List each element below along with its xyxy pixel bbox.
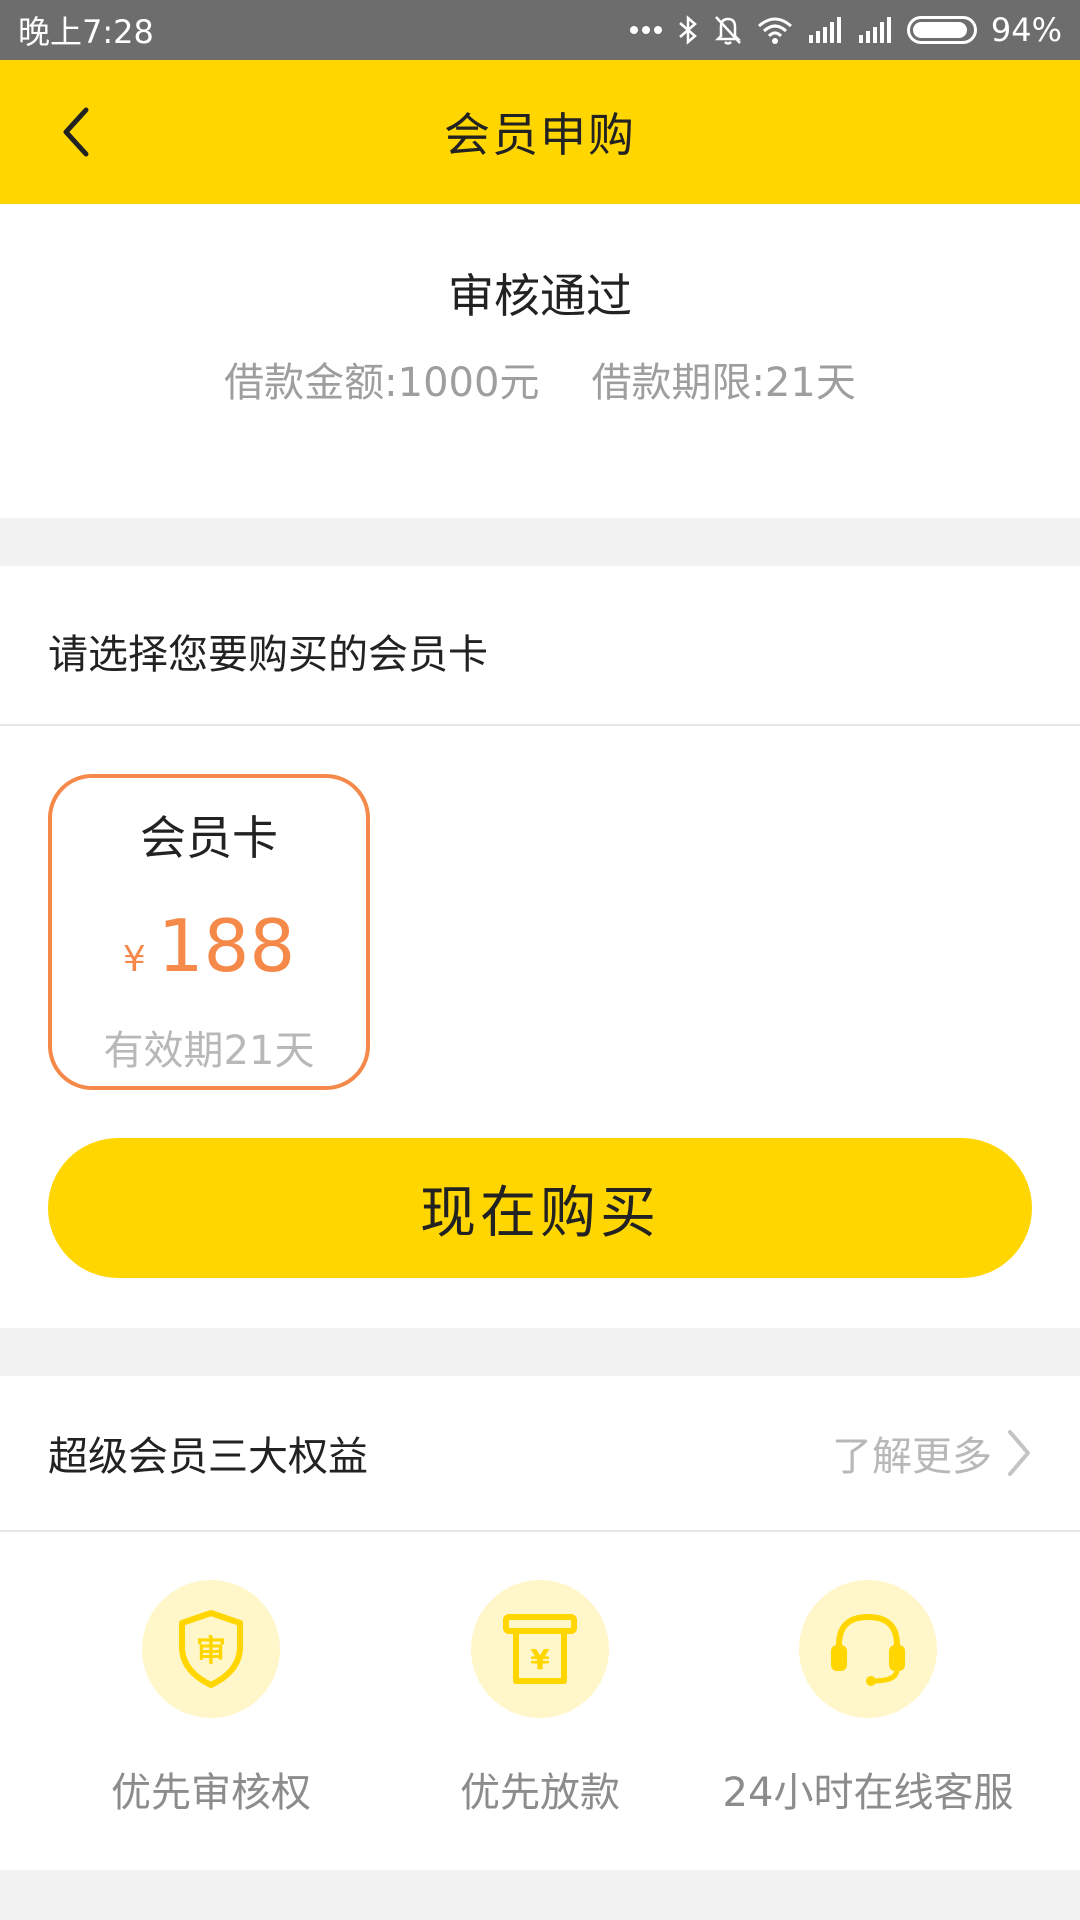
benefit-label: 优先审核权: [111, 1770, 311, 1816]
approval-section: 审核通过 借款金额:1000元 借款期限:21天: [0, 204, 1080, 518]
signal-icon: [857, 17, 893, 43]
bluetooth-icon: [677, 14, 699, 46]
card-name: 会员卡: [140, 811, 278, 865]
battery-percent: 94%: [990, 11, 1062, 49]
wifi-icon: [757, 16, 793, 44]
loan-amount: 借款金额:1000元: [224, 360, 540, 406]
mute-bell-icon: [713, 14, 743, 46]
learn-more-link[interactable]: 了解更多: [832, 1424, 1032, 1482]
card-price: ¥ 188: [52, 904, 366, 988]
back-button[interactable]: [40, 96, 112, 168]
benefit-label: 优先放款: [460, 1770, 620, 1816]
card-validity: 有效期21天: [103, 1028, 315, 1074]
svg-text:审: 审: [196, 1634, 226, 1669]
status-bar: 晚上7:28 94%: [0, 0, 1080, 60]
loan-term: 借款期限:21天: [591, 360, 856, 406]
buy-now-button[interactable]: 现在购买: [48, 1138, 1032, 1278]
nav-bar: 会员申购: [0, 60, 1080, 204]
status-icons: 94%: [629, 11, 1062, 49]
benefits-header: 超级会员三大权益 了解更多: [0, 1376, 1080, 1530]
benefit-label: 24小时在线客服: [722, 1770, 1014, 1816]
divider: [0, 1530, 1080, 1532]
more-dots-icon: [629, 25, 663, 35]
member-card-option[interactable]: 会员卡 ¥ 188 有效期21天: [48, 774, 370, 1090]
approval-status: 审核通过: [448, 269, 632, 323]
benefit-item-priority-review: 审 优先审核权: [31, 1580, 391, 1818]
back-chevron-icon: [63, 107, 89, 157]
currency-symbol: ¥: [122, 939, 146, 980]
chevron-right-icon: [1008, 1430, 1030, 1476]
membership-section: 请选择您要购买的会员卡 会员卡 ¥ 188 有效期21天 现在购买: [0, 566, 1080, 1328]
status-time: 晚上7:28: [18, 13, 154, 51]
battery-icon: [906, 16, 977, 44]
headset-icon: [831, 1613, 905, 1686]
benefit-item-priority-payout: ¥ 优先放款: [360, 1580, 720, 1818]
price-value: 188: [157, 904, 296, 988]
benefit-icon-circle: ¥: [471, 1580, 609, 1718]
learn-more-label: 了解更多: [832, 1434, 992, 1480]
membership-heading: 请选择您要购买的会员卡: [48, 632, 488, 678]
divider: [0, 724, 1080, 726]
benefit-icon-circle: 审: [142, 1580, 280, 1718]
cash-dispense-icon: ¥: [503, 1614, 577, 1684]
page-title: 会员申购: [444, 108, 636, 162]
svg-text:¥: ¥: [530, 1643, 550, 1676]
benefits-section: 超级会员三大权益 了解更多 审 优先审核权 ¥ 优先放款 24小时在线客服: [0, 1376, 1080, 1870]
benefits-title: 超级会员三大权益: [48, 1434, 368, 1480]
benefit-item-online-service: 24小时在线客服: [688, 1580, 1048, 1818]
signal-icon: [807, 17, 843, 43]
battery-level: [912, 22, 968, 38]
shield-review-icon: 审: [179, 1610, 243, 1688]
benefit-icon-circle: [799, 1580, 937, 1718]
loan-info: 借款金额:1000元 借款期限:21天: [0, 350, 1080, 408]
